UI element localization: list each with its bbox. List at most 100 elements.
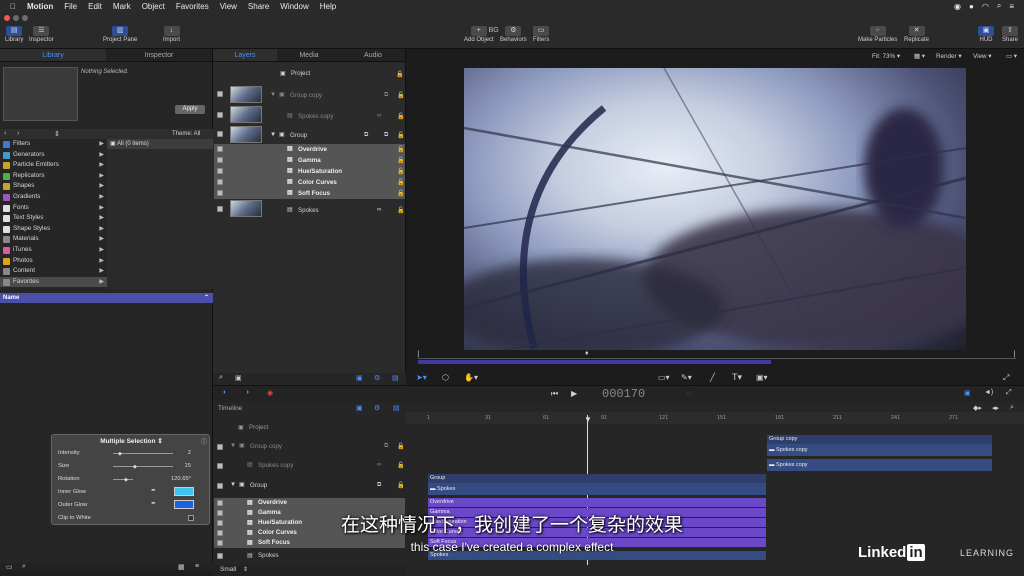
layer-checkbox[interactable] <box>217 168 223 174</box>
rotation-dial[interactable] <box>113 479 133 480</box>
library-category[interactable]: Photos ▶ <box>0 256 107 267</box>
bar-group-copy[interactable]: Group copy <box>767 435 992 444</box>
canvas-layout-icon[interactable]: ▭ ▾ <box>1006 53 1017 60</box>
playhead-handle-icon[interactable]: ▼ <box>584 415 592 424</box>
bar-spokes-copy-2[interactable]: ▬ Spokes copy <box>767 459 992 471</box>
layer-row-soft-focus[interactable]: ▤ Soft Focus 🔓 <box>214 188 405 199</box>
menu-share[interactable]: Share <box>248 2 269 11</box>
lock-icon[interactable]: 🔓 <box>397 112 405 120</box>
library-category[interactable]: Shape Styles ▶ <box>0 224 107 235</box>
library-category[interactable]: Replicators ▶ <box>0 171 107 182</box>
gear-icon[interactable]: ⚙ <box>374 404 380 412</box>
link-icon[interactable]: ∞ <box>377 206 381 213</box>
color-channels-icon[interactable]: ▦ ▾ <box>914 53 925 60</box>
list-icon[interactable]: ≡ <box>1009 2 1014 11</box>
tab-audio[interactable]: Audio <box>341 49 405 61</box>
lock-icon[interactable]: 🔓 <box>397 156 405 164</box>
pen-tool-icon[interactable]: ✎▾ <box>681 373 692 382</box>
slider-knob-icon[interactable]: ◆ <box>133 464 137 470</box>
shape-tool-icon[interactable]: ⬡ <box>442 373 449 382</box>
keyframe-icon[interactable]: ◉ <box>267 389 273 397</box>
mask-tool-icon[interactable]: ▣▾ <box>756 373 768 382</box>
size-value[interactable]: 15 <box>185 463 191 469</box>
eyedropper-icon[interactable]: ✒ <box>151 488 156 494</box>
search-icon[interactable]: ⌕ <box>22 563 26 571</box>
tab-media[interactable]: Media <box>277 49 341 61</box>
timeline-filter-icon[interactable]: ▣ <box>356 404 363 412</box>
bar-spokes[interactable]: ▬ Spokes <box>428 483 766 495</box>
lock-icon[interactable]: 🔓 <box>397 167 405 175</box>
layer-checkbox[interactable] <box>217 206 223 212</box>
inspector-button[interactable]: ☰ Inspector <box>29 26 54 43</box>
lock-icon[interactable]: 🔓 <box>397 145 405 153</box>
bar-group[interactable]: Group <box>428 474 766 483</box>
project-pane-button[interactable]: ▥ Project Pane <box>103 26 137 43</box>
folder-icon[interactable]: ▭ <box>6 563 13 571</box>
out-marker[interactable]: ▕ <box>1010 351 1015 358</box>
layer-row-spokes-copy[interactable]: ▤ Spokes copy ∞ 🔓 <box>214 105 405 125</box>
zoom-icon[interactable] <box>22 15 28 21</box>
lock-icon[interactable]: 🔓 <box>397 91 405 99</box>
list-item[interactable]: ▣ All (0 items) <box>107 139 213 149</box>
layer-checkbox[interactable] <box>217 157 223 163</box>
layer-row-overdrive[interactable]: ▤ Overdrive 🔓 <box>214 144 405 155</box>
line-tool-icon[interactable]: ╱ <box>710 373 715 382</box>
text-tool-icon[interactable]: T▾ <box>732 372 742 383</box>
playhead-marker[interactable]: ♦ <box>585 350 589 357</box>
apple-icon[interactable]:  <box>10 2 16 11</box>
timeline-options-icon[interactable]: ▤ <box>393 404 400 412</box>
zoom-timeline-icon[interactable]: ⌕ <box>1010 404 1014 412</box>
fit-zoom-select[interactable]: Fit: 73% ▾ <box>872 53 900 60</box>
canvas-image[interactable] <box>464 68 966 350</box>
tab-layers[interactable]: Layers <box>213 49 277 61</box>
name-column-header[interactable]: Name ⌃ <box>0 293 213 303</box>
menu-view[interactable]: View <box>220 2 237 11</box>
select-tool-icon[interactable]: ➤▾ <box>416 373 427 382</box>
loop-icon[interactable]: ◌ <box>686 389 691 398</box>
layer-checkbox[interactable] <box>217 131 223 137</box>
disclosure-icon[interactable]: ▼ <box>230 481 236 488</box>
theme-select[interactable]: Theme: All <box>172 131 200 137</box>
stepper-icon[interactable]: ⇕ <box>54 130 60 138</box>
size-slider[interactable] <box>113 466 173 467</box>
view-menu[interactable]: View ▾ <box>973 53 991 60</box>
layer-checkbox[interactable] <box>217 112 223 118</box>
user-icon[interactable]: ● <box>969 2 974 11</box>
render-menu[interactable]: Render ▾ <box>936 53 962 60</box>
menu-edit[interactable]: Edit <box>88 2 102 11</box>
show-all-icon[interactable]: ▤ <box>392 374 399 382</box>
share-button[interactable]: ⇧ Share <box>1002 26 1018 43</box>
layer-row-spokes[interactable]: ▤ Spokes ∞ 🔓 <box>214 199 405 219</box>
bar-overdrive[interactable]: Overdrive <box>428 498 766 507</box>
menu-help[interactable]: Help <box>320 2 336 11</box>
menu-app[interactable]: Motion <box>27 2 53 11</box>
link-icon[interactable]: ∞ <box>377 461 381 468</box>
behaviors-button[interactable]: ⚙ Behaviors <box>500 26 527 43</box>
grid-view-icon[interactable]: ▦ <box>178 563 185 571</box>
tl-row-group-copy[interactable]: ▼ ▣ Group copy ⧉ 🔓 <box>214 442 405 453</box>
menu-favorites[interactable]: Favorites <box>176 2 209 11</box>
mask-icon[interactable]: ⧉ <box>364 131 368 139</box>
library-category[interactable]: Filters ▶ <box>0 139 107 150</box>
disclosure-icon[interactable]: ▼ <box>230 442 236 449</box>
layer-checkbox[interactable] <box>217 179 223 185</box>
play-icon[interactable]: ▶ <box>571 389 577 398</box>
info-icon[interactable]: ⓘ <box>201 437 207 446</box>
tab-library[interactable]: Library <box>0 49 106 61</box>
thumbnail-toggle-icon[interactable]: ▣ <box>235 374 242 382</box>
layer-checkbox[interactable] <box>217 500 223 506</box>
chevron-icon[interactable]: ⇕ <box>243 566 248 573</box>
timeline-toggle-icon[interactable]: ▣ <box>964 389 971 397</box>
menu-mark[interactable]: Mark <box>113 2 131 11</box>
library-category[interactable]: Fonts ▶ <box>0 203 107 214</box>
layer-row-project[interactable]: ▣ Project 🔓 <box>214 70 405 80</box>
rotation-value[interactable]: 120.65° <box>171 476 191 482</box>
library-category[interactable]: iTunes ▶ <box>0 245 107 256</box>
timeline-ruler[interactable]: 1 31 61 91 121 151 181 211 241 271 <box>406 412 1024 424</box>
record-icon[interactable]: ◐ <box>223 389 227 396</box>
lock-icon[interactable]: 🔓 <box>397 442 405 450</box>
tl-row-group[interactable]: ▼ ▣ Group ⧉ 🔓 <box>214 481 405 492</box>
layer-checkbox[interactable] <box>217 190 223 196</box>
go-to-start-icon[interactable]: ⏮ <box>551 389 558 399</box>
add-object-button[interactable]: + Add Object <box>464 26 494 43</box>
